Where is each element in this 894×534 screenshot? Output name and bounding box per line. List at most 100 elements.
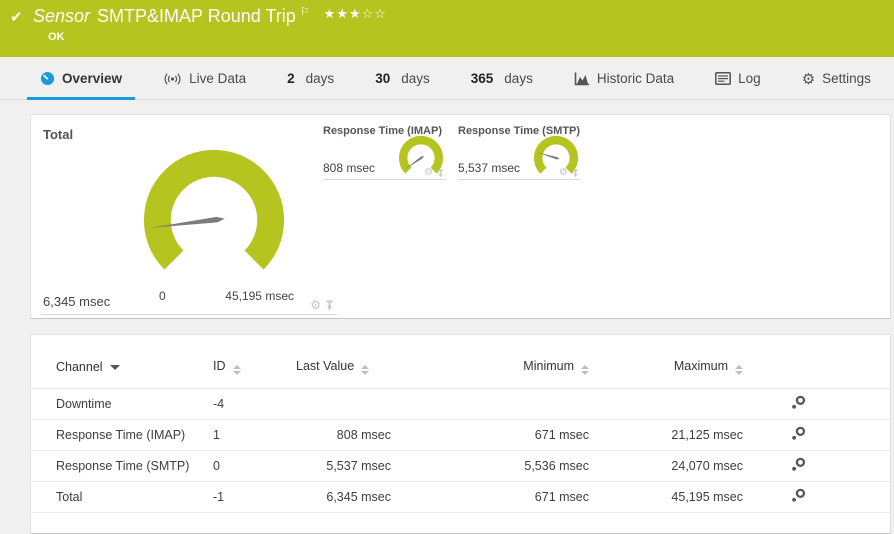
tab-live-data[interactable]: Live Data — [150, 71, 259, 100]
sort-icon — [361, 365, 370, 375]
gauge-toolbar: ⚙ — [424, 168, 444, 178]
log-list-icon — [715, 72, 732, 85]
tab-label: Settings — [822, 71, 871, 86]
cell-last-value: 808 msec — [296, 419, 391, 451]
tab-unit: days — [401, 71, 430, 86]
tab-overview[interactable]: Overview — [27, 71, 136, 100]
cell-channel: Response Time (SMTP) — [31, 450, 213, 482]
tab-unit: days — [504, 71, 533, 86]
cell-maximum: 24,070 msec — [589, 450, 743, 482]
total-gauge — [143, 149, 285, 270]
sensor-header: ✔ Sensor SMTP&IMAP Round Trip ⚐ ★★★☆☆ OK — [0, 0, 894, 57]
stars-filled[interactable]: ★★★ — [324, 7, 362, 22]
area-chart-icon — [574, 72, 589, 85]
gauge-icon — [40, 71, 55, 86]
tab-number: 365 — [470, 71, 494, 86]
cell-id: -1 — [213, 481, 296, 513]
pin-icon[interactable] — [572, 169, 579, 178]
table-row-response-time-imap: Response Time (IMAP) 1 808 msec 671 msec… — [31, 419, 890, 451]
cell-channel: Response Time (IMAP) — [31, 419, 213, 451]
cell-id: 0 — [213, 450, 296, 482]
gear-icon[interactable]: ⚙ — [559, 168, 568, 178]
cell-id: -4 — [213, 388, 296, 420]
sort-icon — [581, 365, 589, 375]
column-label: Minimum — [523, 359, 574, 373]
gauge-title: Total — [43, 127, 74, 142]
cell-last-value: 6,345 msec — [296, 481, 391, 513]
tab-label: Log — [738, 71, 761, 86]
tab-label: Live Data — [189, 71, 247, 86]
cell-id: 1 — [213, 419, 296, 451]
stars-empty[interactable]: ☆☆ — [362, 7, 387, 22]
table-row-total: Total -1 6,345 msec 671 msec 45,195 msec — [31, 481, 890, 513]
column-label: Maximum — [673, 359, 728, 373]
tab-label: Overview — [62, 71, 123, 86]
tab-2-days[interactable]: 2 days — [274, 71, 347, 100]
tab-number: 2 — [287, 71, 295, 86]
tab-30-days[interactable]: 30 days — [362, 71, 443, 100]
tab-log[interactable]: Log — [702, 71, 774, 100]
tab-settings[interactable]: ⚙ Settings — [789, 71, 884, 100]
gauge-current-value: 6,345 msec — [43, 294, 111, 309]
column-header-minimum[interactable]: Minimum — [391, 357, 589, 389]
column-label: Channel — [56, 360, 103, 374]
gauges-panel: Total 0 45,195 msec 6,345 msec ⚙ Respons… — [30, 114, 891, 319]
channel-settings-icon[interactable] — [791, 395, 806, 413]
gear-icon[interactable]: ⚙ — [424, 168, 433, 178]
column-header-id[interactable]: ID — [213, 357, 296, 389]
cell-minimum — [391, 388, 589, 420]
flag-icon: ⚐ — [299, 5, 310, 18]
gauge-toolbar: ⚙ — [559, 168, 579, 178]
gear-icon: ⚙ — [801, 69, 816, 88]
sort-icon — [735, 365, 743, 375]
gear-icon[interactable]: ⚙ — [310, 299, 321, 311]
table-row-downtime: Downtime -4 — [31, 388, 890, 420]
channel-settings-icon[interactable] — [791, 426, 806, 444]
sensor-kind-label: Sensor — [33, 6, 91, 26]
pin-icon[interactable] — [437, 169, 444, 178]
sensor-title-row: Sensor SMTP&IMAP Round Trip ⚐ ★★★☆☆ — [33, 6, 387, 27]
status-badge: OK — [48, 31, 65, 43]
gauge-widget-imap: Response Time (IMAP) 808 msec ⚙ — [323, 125, 446, 180]
channel-settings-icon[interactable] — [791, 488, 806, 506]
channel-settings-icon[interactable] — [791, 457, 806, 475]
tab-unit: days — [305, 71, 335, 86]
cell-maximum: 21,125 msec — [589, 419, 743, 451]
cell-minimum: 671 msec — [391, 419, 589, 451]
sort-desc-icon — [109, 365, 120, 370]
column-label: Last Value — [296, 359, 355, 373]
cell-maximum — [589, 388, 743, 420]
broadcast-icon — [164, 72, 181, 85]
table-header-row: Channel ID Last Value Minimum Maximum — [31, 357, 890, 389]
column-header-maximum[interactable]: Maximum — [589, 357, 743, 389]
cell-maximum: 45,195 msec — [589, 481, 743, 513]
tab-strip: Overview Live Data 2 days 30 days 365 days … — [0, 57, 894, 100]
cell-minimum: 5,536 msec — [391, 450, 589, 482]
column-header-actions — [743, 357, 890, 389]
gauge-widget-smtp: Response Time (SMTP) 5,537 msec ⚙ — [458, 125, 581, 180]
gauge-widget-total: Total 0 45,195 msec 6,345 msec ⚙ — [41, 125, 337, 315]
cell-channel: Downtime — [31, 388, 213, 420]
channels-panel: Channel ID Last Value Minimum Maximum Do… — [30, 334, 891, 534]
pin-icon[interactable] — [325, 300, 334, 311]
tab-365-days[interactable]: 365 days — [458, 71, 546, 100]
sort-icon — [232, 365, 241, 375]
gauge-toolbar: ⚙ — [310, 299, 334, 311]
column-header-channel[interactable]: Channel — [31, 357, 213, 389]
gauge-current-value: 5,537 msec — [458, 161, 521, 175]
cell-last-value: 5,537 msec — [296, 450, 391, 482]
priority-stars[interactable]: ★★★☆☆ — [324, 7, 387, 22]
status-ok-check-icon: ✔ — [10, 8, 23, 26]
tab-number: 30 — [375, 71, 391, 86]
table-row-response-time-smtp: Response Time (SMTP) 0 5,537 msec 5,536 … — [31, 450, 890, 482]
column-header-last-value[interactable]: Last Value — [296, 357, 391, 389]
gauge-scale-max: 45,195 msec — [225, 289, 294, 303]
column-label: ID — [213, 359, 226, 373]
page-title: SMTP&IMAP Round Trip — [97, 6, 296, 26]
tab-historic-data[interactable]: Historic Data — [561, 71, 687, 100]
channels-table: Channel ID Last Value Minimum Maximum Do… — [31, 357, 890, 513]
cell-channel: Total — [31, 481, 213, 513]
tab-label: Historic Data — [596, 71, 675, 86]
gauge-current-value: 808 msec — [323, 161, 376, 175]
gauge-scale-min: 0 — [159, 289, 166, 303]
